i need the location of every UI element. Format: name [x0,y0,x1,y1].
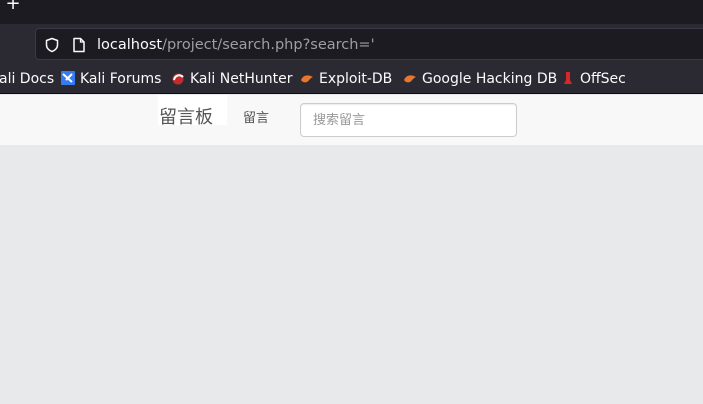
bookmarks-toolbar: ali Docs Kali Forums Kali NetHunter Expl… [0,64,703,94]
url-text[interactable]: localhost/project/search.php?search=' [97,35,375,55]
page-icon[interactable] [72,37,86,53]
bookmark-kali-forums[interactable]: Kali Forums [61,70,161,88]
url-path: /project/search.php?search=' [162,37,375,53]
google-hacking-db-icon [404,75,416,83]
bookmark-kali-nethunter[interactable]: Kali NetHunter [171,70,292,88]
site-brand[interactable]: 留言板 [159,107,213,129]
shield-icon[interactable] [44,37,60,53]
kali-nethunter-icon [172,73,184,85]
tab-strip: + [0,0,703,24]
nav-link-messages[interactable]: 留言 [243,110,269,128]
bookmark-label: OffSec [580,71,626,87]
bookmark-exploit-db[interactable]: Exploit-DB [300,70,392,88]
url-bar[interactable]: localhost/project/search.php?search=' [35,28,703,60]
bookmark-offsec[interactable]: OffSec [561,70,626,88]
bookmark-label: Kali Forums [80,71,162,87]
bookmark-label: Exploit-DB [319,71,393,87]
bookmark-label: ali Docs [0,71,55,87]
new-tab-button[interactable]: + [4,0,22,13]
bookmark-kali-docs[interactable]: ali Docs [0,70,54,88]
url-host: localhost [97,37,163,53]
page-content [0,145,703,404]
bookmark-google-hacking-db[interactable]: Google Hacking DB [403,70,557,88]
offsec-icon [564,72,572,84]
bookmark-label: Kali NetHunter [190,71,293,87]
site-navbar: 留言板 留言 [0,95,703,145]
bookmark-label: Google Hacking DB [422,71,558,87]
kali-forums-icon [61,71,75,85]
search-input[interactable] [300,103,517,137]
exploit-db-icon [301,75,313,83]
browser-toolbar: localhost/project/search.php?search=' [0,24,703,64]
